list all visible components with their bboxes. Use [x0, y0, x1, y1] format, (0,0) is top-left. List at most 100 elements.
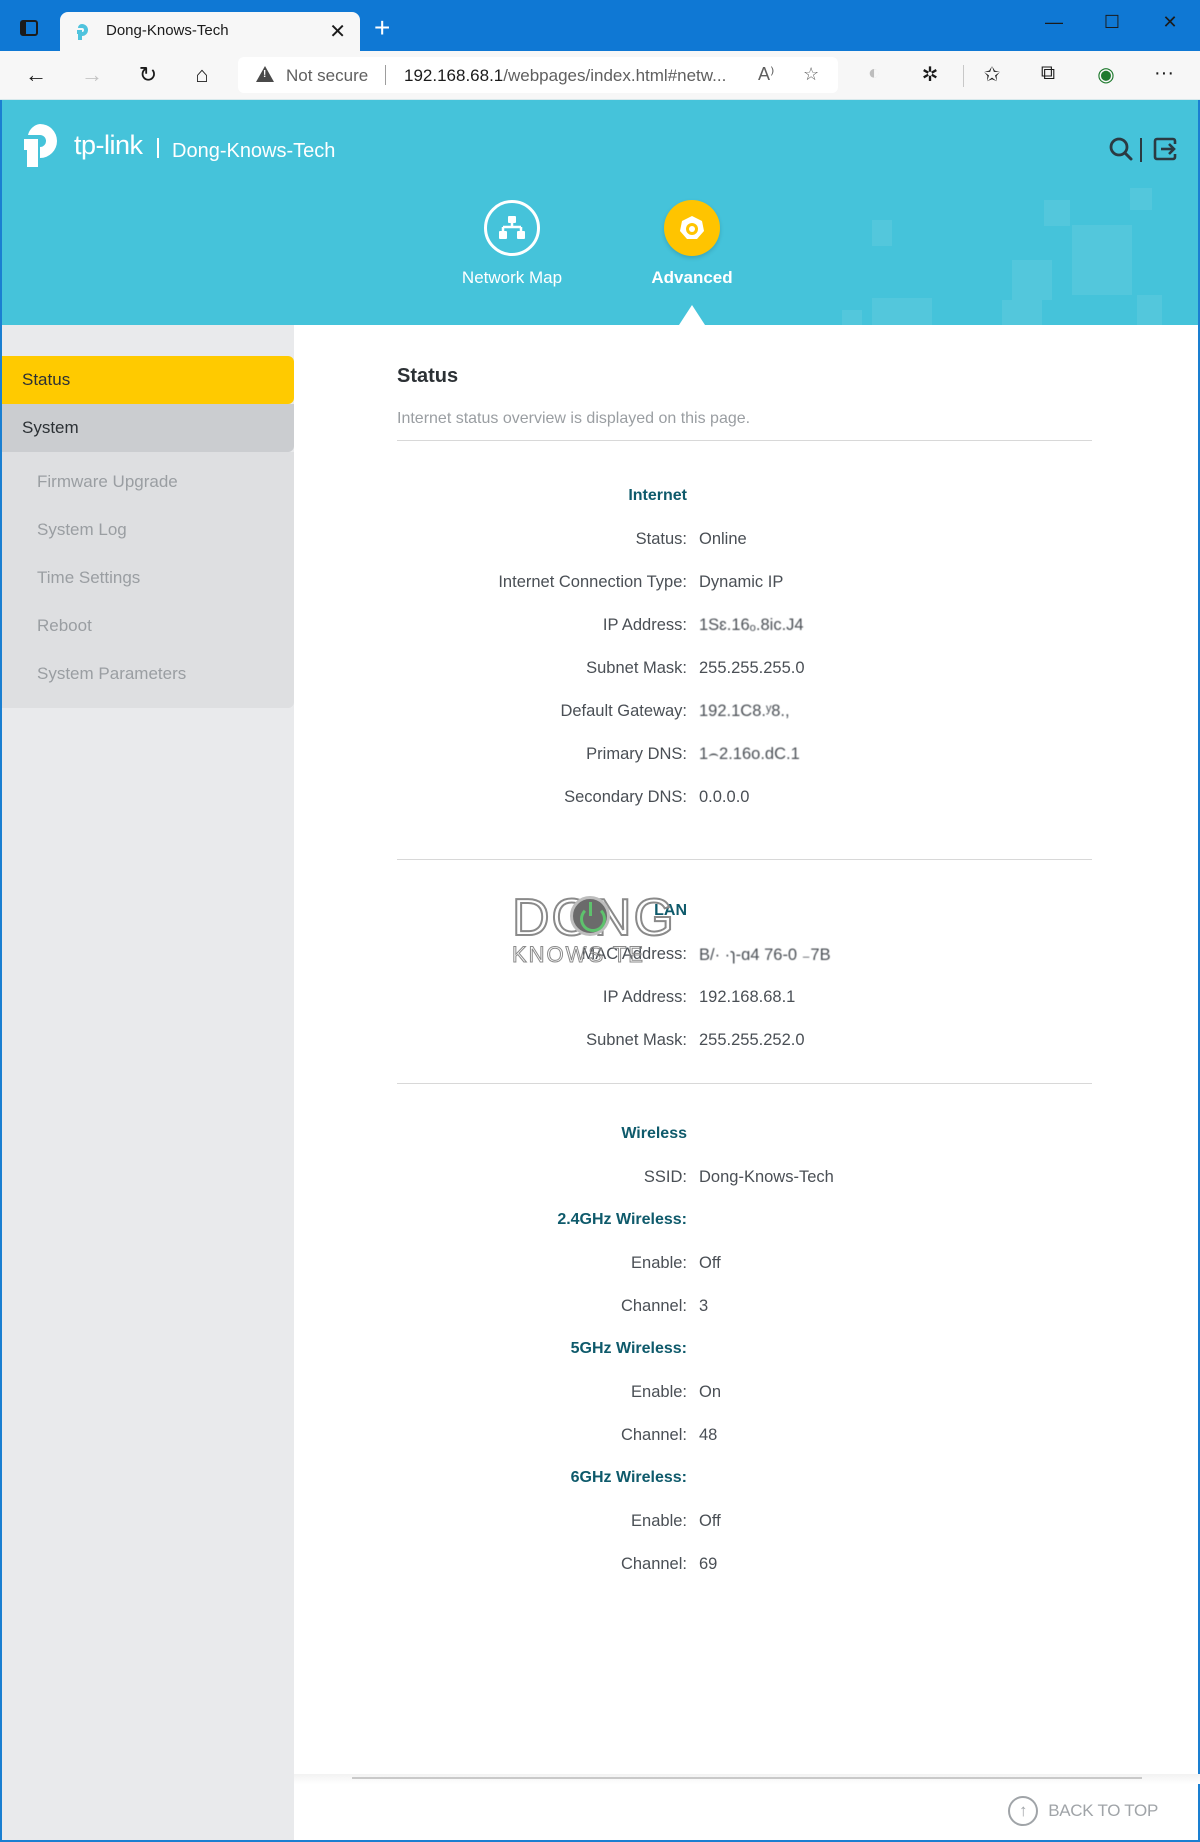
nav-network-map-label: Network Map [461, 268, 563, 287]
router-header: tp-link Dong-Knows-Tech Network Map Adva… [0, 100, 1200, 325]
decor-square [1137, 295, 1162, 325]
dong-knows-tech-watermark: DONG KNOWS TE [511, 888, 692, 968]
power-icon [570, 896, 610, 936]
new-tab-button[interactable]: + [374, 12, 390, 44]
info-row-5ghz-channel: Channel: 48 [397, 1426, 1092, 1448]
row-label: Enable: [631, 1512, 687, 1530]
row-label: Status: [635, 530, 687, 548]
decor-square [1002, 300, 1042, 325]
read-aloud-icon[interactable]: A⁾ [758, 64, 774, 85]
band-title-6ghz: 6GHz Wireless: [570, 1469, 687, 1486]
logo-divider [157, 138, 159, 158]
row-label: Channel: [620, 1555, 687, 1573]
info-row-2-4ghz-enable: Enable: Off [397, 1254, 1092, 1276]
info-row-lan-ip: IP Address: 192.168.68.1 [397, 988, 1092, 1010]
header-divider [1140, 138, 1142, 162]
decor-square [872, 220, 892, 246]
info-row-connection-type: Internet Connection Type: Dynamic IP [397, 573, 1092, 595]
home-icon[interactable]: ⌂ [188, 61, 216, 89]
row-label: IP Address: [602, 988, 687, 1006]
row-label: Default Gateway: [560, 702, 687, 720]
divider [397, 859, 1092, 860]
info-row-ssid: SSID: Dong-Knows-Tech [397, 1168, 1092, 1190]
info-row-secondary-dns: Secondary DNS: 0.0.0.0 [397, 788, 1092, 810]
reload-icon[interactable]: ↻ [134, 61, 162, 89]
row-value: On [699, 1383, 722, 1401]
row-label: Secondary DNS: [564, 788, 687, 806]
collections-icon[interactable]: ⧉ [1034, 62, 1062, 85]
band-title-5ghz: 5GHz Wireless: [570, 1340, 687, 1357]
info-row-5ghz-enable: Enable: On [397, 1383, 1092, 1405]
extension-blocker-icon[interactable]: ◐ [860, 62, 888, 85]
add-favorite-icon[interactable]: ☆ [803, 64, 819, 85]
row-value: 192.168.68.1 [699, 988, 796, 1006]
tab-title: Dong-Knows-Tech [106, 22, 229, 39]
row-value: 48 [699, 1426, 718, 1444]
row-value: 0.0.0.0 [699, 788, 750, 806]
divider [397, 440, 1092, 441]
row-label: Enable: [631, 1383, 687, 1401]
decor-square [842, 310, 862, 325]
row-value: Dong-Knows-Tech [699, 1168, 834, 1186]
extensions-puzzle-icon[interactable]: ✲ [916, 62, 944, 87]
sidebar-item-system[interactable]: System [2, 404, 294, 452]
sidebar-item-status[interactable]: Status [2, 356, 294, 404]
logout-icon[interactable] [1152, 136, 1178, 162]
info-row-6ghz-channel: Channel: 69 [397, 1555, 1092, 1577]
favorites-icon[interactable]: ✩ [978, 62, 1006, 87]
back-arrow-icon[interactable]: ← [22, 61, 50, 89]
sidebar-item-system-parameters[interactable]: System Parameters [2, 650, 294, 698]
browser-titlebar: Dong-Knows-Tech ✕ + — ☐ ✕ [0, 0, 1200, 51]
more-menu-icon[interactable]: ··· [1150, 62, 1178, 85]
tab-actions-icon[interactable] [20, 20, 38, 36]
nav-network-map[interactable]: Network Map [442, 200, 582, 288]
row-value: 255.255.252.0 [699, 1031, 805, 1049]
sidebar-item-time-settings[interactable]: Time Settings [2, 554, 294, 602]
toolbar-divider [963, 65, 964, 87]
sidebar-item-reboot[interactable]: Reboot [2, 602, 294, 650]
profile-extension-icon[interactable]: ◉ [1092, 62, 1120, 87]
browser-tab[interactable]: Dong-Knows-Tech ✕ [60, 12, 360, 51]
back-to-top-label: BACK TO TOP [1048, 1801, 1158, 1820]
url-host: 192.168.68.1 [404, 66, 504, 85]
info-row-2-4ghz-channel: Channel: 3 [397, 1297, 1092, 1319]
router-name: Dong-Knows-Tech [172, 140, 336, 162]
decor-square [1130, 188, 1152, 210]
maximize-button[interactable]: ☐ [1092, 12, 1132, 40]
search-icon[interactable] [1108, 136, 1134, 162]
decor-square [1072, 225, 1132, 295]
info-row-primary-dns: Primary DNS: 1⌢2.16o.dC.1 [397, 745, 1092, 767]
divider [397, 1083, 1092, 1084]
sidebar-system-submenu: Firmware Upgrade System Log Time Setting… [2, 452, 294, 708]
sidebar-item-system-log[interactable]: System Log [2, 506, 294, 554]
row-label: Primary DNS: [586, 745, 687, 763]
row-label: Subnet Mask: [586, 1031, 687, 1049]
warning-icon [256, 66, 274, 82]
back-to-top-button[interactable]: ↑ BACK TO TOP [1008, 1796, 1158, 1826]
row-value: B/· ·ɿ-ɑ4 76-0 ₋7B [699, 946, 831, 964]
row-label: Subnet Mask: [586, 659, 687, 677]
security-label[interactable]: Not secure [286, 66, 368, 86]
forward-arrow-icon[interactable]: → [78, 61, 106, 89]
nav-advanced[interactable]: Advanced [622, 200, 762, 288]
row-value: 192.1C8.ʸ8., [699, 702, 790, 720]
tab-close-icon[interactable]: ✕ [329, 19, 346, 44]
browser-toolbar: ← → ↻ ⌂ Not secure 192.168.68.1/webpages… [0, 51, 1200, 100]
sidebar-item-firmware-upgrade[interactable]: Firmware Upgrade [2, 458, 294, 506]
footer-shadow [294, 1774, 1200, 1784]
page-description: Internet status overview is displayed on… [397, 410, 751, 427]
row-label: Enable: [631, 1254, 687, 1272]
decor-square [1044, 200, 1070, 226]
url-text[interactable]: 192.168.68.1/webpages/index.html#netw... [404, 66, 726, 86]
address-bar[interactable]: Not secure 192.168.68.1/webpages/index.h… [238, 57, 838, 93]
row-value: Online [699, 530, 747, 548]
network-map-icon [484, 200, 540, 256]
page-body: Status System Firmware Upgrade System Lo… [0, 325, 1200, 1842]
minimize-button[interactable]: — [1034, 12, 1074, 40]
close-window-button[interactable]: ✕ [1150, 12, 1190, 40]
info-row-gateway: Default Gateway: 192.1C8.ʸ8., [397, 702, 1092, 724]
section-title-internet: Internet [628, 487, 687, 504]
row-label: Internet Connection Type: [498, 573, 687, 591]
url-path: /webpages/index.html#netw... [503, 66, 727, 85]
advanced-gear-icon [664, 200, 720, 256]
